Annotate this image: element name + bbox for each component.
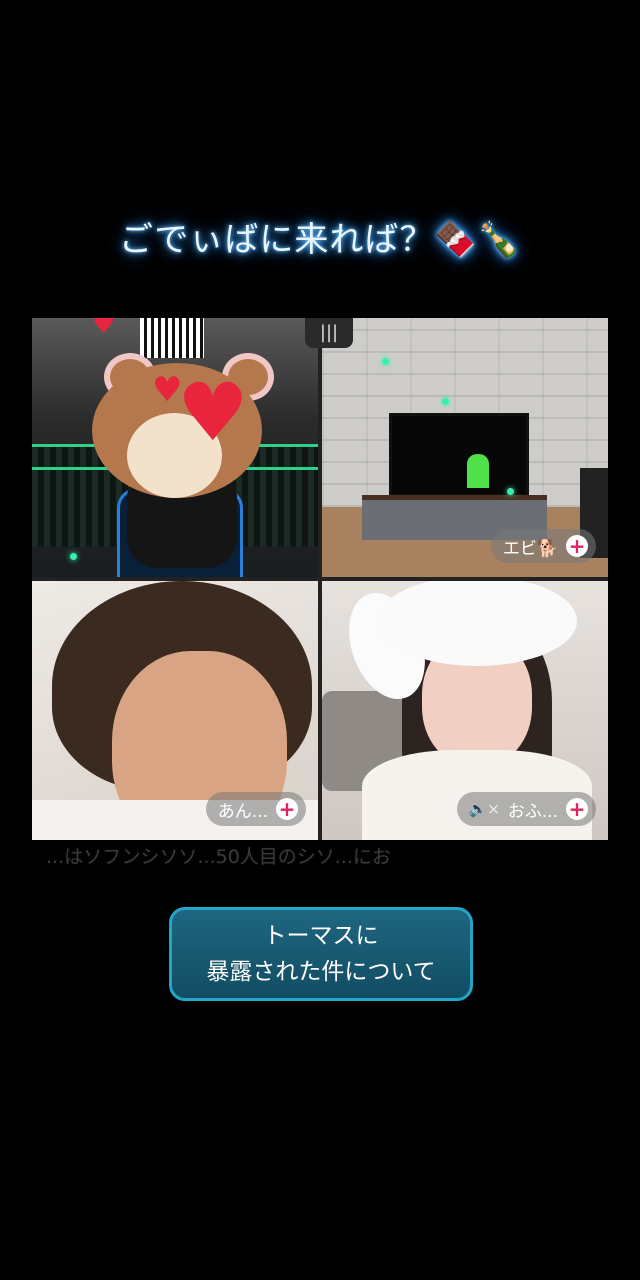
video-tile-an[interactable]: あん... + (32, 581, 318, 840)
qr-code (140, 318, 204, 358)
plus-icon[interactable]: + (566, 535, 588, 557)
video-tile-ebi[interactable]: エビ🐕 + (322, 318, 608, 577)
heart-icon: ♥ (177, 366, 249, 459)
caption-box: トーマスに 暴露された件について (169, 907, 473, 1001)
heart-icon: ♥ (152, 370, 183, 410)
plus-icon[interactable]: + (276, 798, 298, 820)
heart-icon: ♥ (92, 318, 116, 340)
stream-title: ごでぃばに来れば？🍫🍾 (118, 220, 521, 260)
speaker-muted-icon: 🔈× (468, 800, 500, 818)
sparkle-effect (382, 358, 389, 365)
sparkle-effect (70, 553, 77, 560)
signal-bars-icon[interactable]: ||| (305, 318, 353, 348)
scrolling-comment-text: ...はソフンシソソ...50人目のシソ...にお (46, 846, 391, 868)
sparkle-effect (507, 488, 514, 495)
participant-name: あん... (217, 801, 268, 822)
caption-line-2: 暴露された件について (206, 959, 436, 985)
participant-name: エビ🐕 (502, 538, 558, 559)
participant-name: おふ... (507, 801, 558, 822)
participant-name-pill[interactable]: エビ🐕 + (490, 529, 596, 563)
plus-icon[interactable]: + (566, 798, 588, 820)
video-grid: ♥ ♥ ♥ ||| エビ🐕 + あん... + 🔈× おふ... + (32, 318, 608, 840)
participant-name-pill[interactable]: あん... + (205, 792, 306, 826)
tv-figure (467, 454, 489, 488)
sparkle-effect (442, 398, 449, 405)
participant-name-pill[interactable]: 🔈× おふ... + (456, 792, 596, 826)
video-tile-host[interactable]: ♥ ♥ ♥ (32, 318, 318, 577)
television (389, 413, 529, 497)
video-tile-ofu[interactable]: 🔈× おふ... + (322, 581, 608, 840)
scrolling-comment: ...はソフンシソソ...50人目のシソ...にお (46, 842, 606, 870)
bunny-hood (377, 581, 577, 666)
caption-line-1: トーマスに (263, 923, 379, 949)
